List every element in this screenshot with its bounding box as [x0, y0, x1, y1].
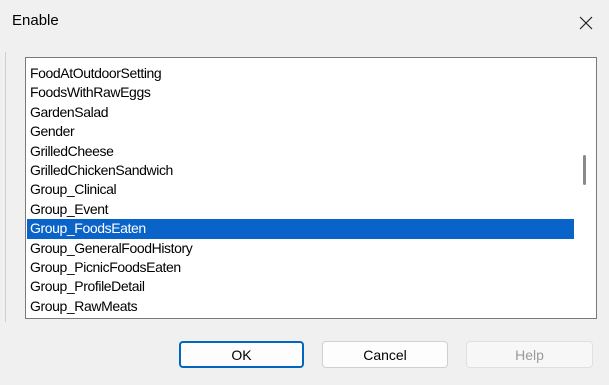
ok-button[interactable]: OK	[179, 341, 304, 368]
list-items: FoodAtOutdoorSetting FoodsWithRawEggs Gard…	[27, 64, 574, 316]
list-item[interactable]: GardenSalad	[27, 103, 574, 122]
list-item[interactable]: Group_FoodsEaten	[27, 219, 574, 239]
list-item[interactable]: Gender	[27, 122, 574, 141]
list-item[interactable]: Group_ProfileDetail	[27, 277, 574, 296]
help-button[interactable]: Help	[466, 341, 593, 368]
list-item[interactable]: Group_RawMeats	[27, 297, 574, 316]
list-item[interactable]: FoodsWithRawEggs	[27, 83, 574, 102]
list-item[interactable]: Group_GeneralFoodHistory	[27, 239, 574, 258]
scrollbar-thumb[interactable]	[583, 155, 586, 185]
list-item[interactable]: GrilledCheese	[27, 142, 574, 161]
list-item[interactable]: Group_Event	[27, 200, 574, 219]
list-item[interactable]: Group_Clinical	[27, 180, 574, 199]
dialog-title: Enable	[12, 12, 59, 29]
list-item[interactable]: FoodAtOutdoorSetting	[27, 64, 574, 83]
cancel-button[interactable]: Cancel	[322, 341, 448, 368]
close-icon	[579, 16, 593, 30]
list-item[interactable]: GrilledChickenSandwich	[27, 161, 574, 180]
title-bar: Enable	[0, 0, 609, 46]
enable-dialog: Enable FoodAtOutdoorSetting FoodsWithRawE…	[0, 0, 609, 385]
divider	[5, 52, 6, 322]
field-listbox[interactable]: FoodAtOutdoorSetting FoodsWithRawEggs Gard…	[25, 57, 597, 319]
list-item[interactable]: Group_PicnicFoodsEaten	[27, 258, 574, 277]
close-button[interactable]	[563, 0, 609, 46]
vertical-scrollbar[interactable]	[574, 58, 596, 318]
